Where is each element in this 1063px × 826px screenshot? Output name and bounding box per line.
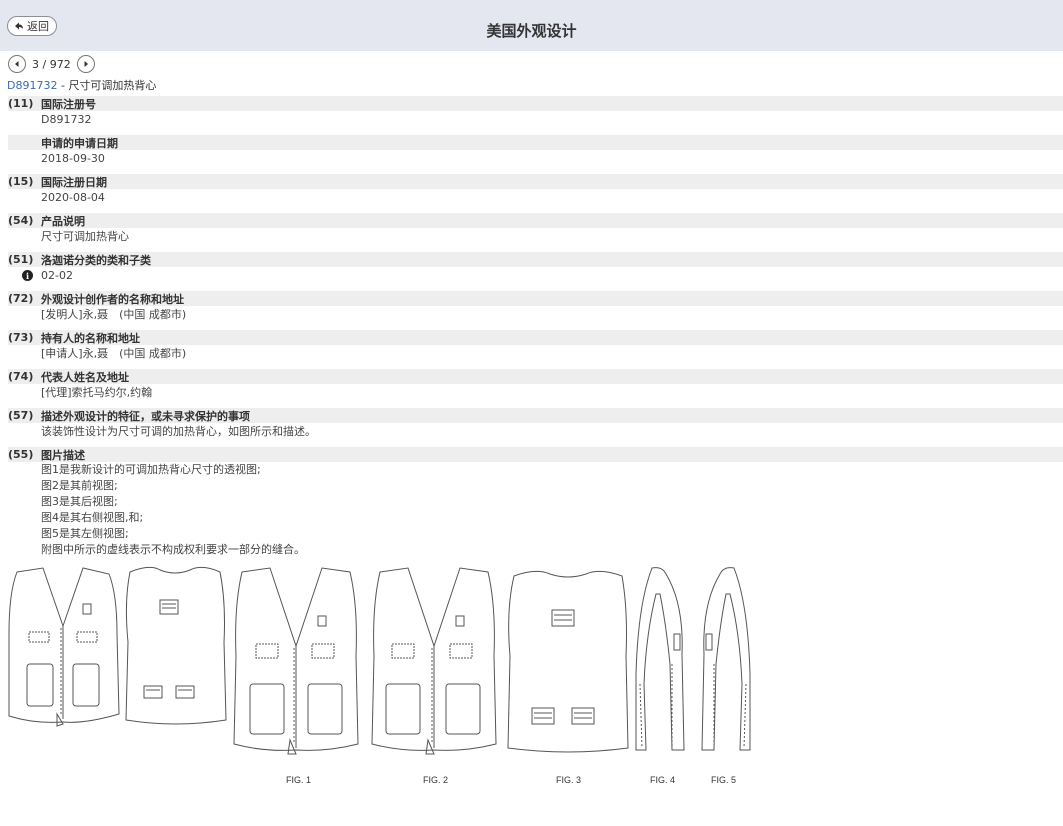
field-value-line: 02-02 [41,269,73,282]
vest-drawing-fig2 [371,567,497,755]
field-value-line: 2020-08-04 [41,191,105,204]
field-header-51: (51) 洛迦诺分类的类和子类 [8,252,1063,267]
vest-drawing-fig3 [507,570,629,753]
field-header-54: (54) 产品说明 [8,213,1063,228]
field-header-74: (74) 代表人姓名及地址 [8,369,1063,384]
field-code: (72) [8,292,34,305]
field-label: 图片描述 [41,448,85,462]
fig-label: FIG. 5 [711,775,737,785]
prev-page-button[interactable] [8,55,26,73]
field-value-54: 尺寸可调加热背心 [41,229,129,245]
field-code: (15) [8,175,34,188]
field-value-11: D891732 [41,112,91,128]
field-value-73: [申请人]永,聂 (中国 成都市) [41,346,186,362]
field-label: 洛迦诺分类的类和子类 [41,253,151,267]
field-label: 持有人的名称和地址 [41,331,140,345]
patent-drawings [0,562,760,802]
pager: 3 / 972 [8,55,95,73]
field-value-74: [代理]索托马约尔,约翰 [41,385,152,401]
field-label: 描述外观设计的特征，或未寻求保护的事项 [41,409,250,423]
field-label: 申请的申请日期 [41,136,118,150]
fig-label: FIG. 4 [650,775,676,785]
record-name: 尺寸可调加热背心 [68,79,157,92]
next-page-button[interactable] [76,55,95,73]
prev-page-icon [15,61,19,67]
field-value-57: 该装饰性设计为尺寸可调的加热背心，如图所示和描述。 [41,424,316,440]
record-id-link[interactable]: D891732 [7,79,57,92]
fig-label: FIG. 2 [423,775,449,785]
field-value-51: 02-02 [41,268,73,284]
field-value-line: 图1是我新设计的可调加热背心尺寸的透视图; [41,463,261,476]
field-value-application-date: 2018-09-30 [41,151,105,167]
field-value-line: [代理]索托马约尔,约翰 [41,386,153,399]
field-value-line: 尺寸可调加热背心 [41,230,129,243]
record-separator: - [57,79,69,92]
field-code: (11) [8,97,34,110]
field-code: (57) [8,409,34,422]
vest-drawing-fig1 [233,567,359,755]
field-code: (55) [8,448,34,461]
field-code: (54) [8,214,34,227]
field-header-57: (57) 描述外观设计的特征，或未寻求保护的事项 [8,408,1063,423]
fig-label: FIG. 3 [556,775,582,785]
next-page-icon [84,61,88,67]
field-value-55: 图1是我新设计的可调加热背心尺寸的透视图; 图2是其前视图; 图3是其后视图; … [41,462,305,558]
field-label: 外观设计创作者的名称和地址 [41,292,184,306]
field-label: 国际注册日期 [41,175,107,189]
vest-drawing-perspective-back [125,566,227,725]
vest-drawing-fig5 [701,567,751,751]
field-value-line: 附图中所示的虚线表示不构成权利要求一部分的缝合。 [41,543,305,556]
vest-drawing-fig4 [635,567,685,751]
field-value-line: 图2是其前视图; [41,479,118,492]
field-code: (73) [8,331,34,344]
field-value-15: 2020-08-04 [41,190,105,206]
field-label: 国际注册号 [41,97,96,111]
field-header-11: (11) 国际注册号 [8,96,1063,111]
field-code: (74) [8,370,34,383]
page-title: 美国外观设计 [486,22,577,40]
field-code: (51) [8,253,34,266]
field-value-line: D891732 [41,113,92,126]
field-label: 代表人姓名及地址 [41,370,129,384]
field-header-application-date: 申请的申请日期 [8,135,1063,150]
info-icon[interactable]: i [22,270,33,281]
field-value-line: 该装饰性设计为尺寸可调的加热背心，如图所示和描述。 [41,425,316,438]
field-header-15: (15) 国际注册日期 [8,174,1063,189]
field-value-line: 图3是其后视图; [41,495,118,508]
field-value-line: [申请人]永,聂 (中国 成都市) [41,347,187,360]
vest-drawing-perspective-front [8,567,120,727]
field-value-line: 2018-09-30 [41,152,105,165]
field-header-55: (55) 图片描述 [8,447,1063,462]
fig-label: FIG. 1 [286,775,312,785]
record-title: D891732 - 尺寸可调加热背心 [7,77,156,93]
top-bar: 返回 美国外观设计 [0,0,1063,51]
field-value-line: 图4是其右侧视图,和; [41,511,144,524]
field-header-72: (72) 外观设计创作者的名称和地址 [8,291,1063,306]
field-value-line: 图5是其左侧视图; [41,527,129,540]
field-header-73: (73) 持有人的名称和地址 [8,330,1063,345]
field-label: 产品说明 [41,214,85,228]
field-value-72: [发明人]永,聂 (中国 成都市) [41,307,186,323]
pager-text: 3 / 972 [32,57,71,71]
field-value-line: [发明人]永,聂 (中国 成都市) [41,308,187,321]
